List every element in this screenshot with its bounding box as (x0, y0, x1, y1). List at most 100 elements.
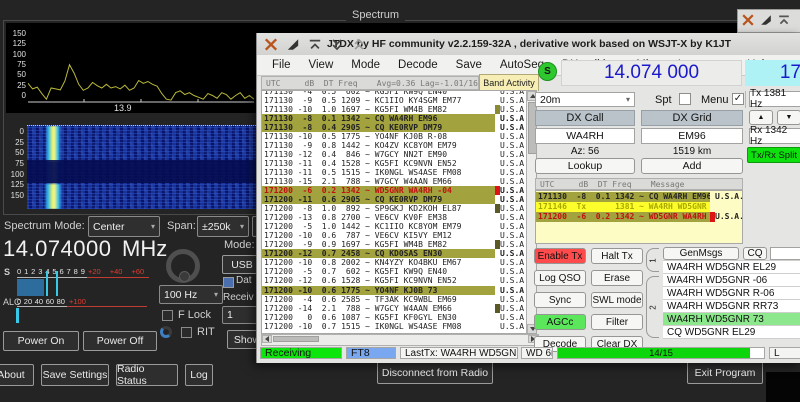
menu-save[interactable]: Save (447, 57, 491, 73)
menu-file[interactable]: File (263, 57, 300, 73)
decode-row[interactable]: 171130 -8 0.4 2905 ~ CQ KE0RVP DM79U.S.A (262, 123, 527, 132)
data-checkbox[interactable] (223, 277, 234, 288)
rx-frequency-table[interactable]: 171130 -8 0.1 1342 ~ CQ WA4RH EM96U.S.A.… (535, 190, 743, 244)
freq-up-button[interactable]: ▲ (749, 110, 773, 125)
flock-checkbox[interactable] (162, 310, 173, 321)
shade-icon[interactable] (307, 38, 323, 51)
power-off-button[interactable]: Power Off (83, 331, 157, 351)
add-button[interactable]: Add (641, 158, 743, 174)
agcc-button[interactable]: AGCc (534, 314, 586, 330)
decode-row[interactable]: 171200 -10 0.8 2002 ~ KN4YZY KO4BKU EM67… (262, 258, 527, 267)
disconnect-button[interactable]: Disconnect from Radio (377, 361, 493, 384)
message-item[interactable]: WA4RH WD5GNR RR73 (663, 300, 800, 313)
dx-call-field[interactable]: WA4RH (535, 128, 635, 144)
cq-button[interactable]: CQ (743, 247, 767, 260)
message-item[interactable]: WA4RH WD5GNR -06 (663, 274, 800, 287)
menu-checkbox[interactable]: ✓ (732, 93, 744, 105)
decode-row[interactable]: 171200 -10 0.6 1775 ~ YO4NF KJ0B 73U.S.A (262, 286, 527, 295)
log-qso-button[interactable]: Log QSO (534, 270, 586, 286)
message-item[interactable]: WA4RH WD5GNR EL29 (663, 261, 800, 274)
decode-row[interactable]: 171200 0 0.6 1087 ~ KG5FI KF0GYL EN30U.S… (262, 313, 527, 322)
span-select[interactable]: ±250k▾ (197, 216, 249, 237)
decode-row[interactable]: 171130 -10 1.0 1697 ~ KG5FI WM4B EM82U.S… (262, 105, 527, 114)
exit-program-button[interactable]: Exit Program (687, 361, 763, 384)
decode-row[interactable]: 171130 -9 0.8 1442 ~ KO4ZV KC8YOM EM79U.… (262, 141, 527, 150)
close-icon[interactable] (263, 38, 279, 51)
alc-tick: 20 (24, 297, 32, 306)
pin-icon[interactable] (285, 38, 301, 51)
decode-row[interactable]: 171200 -10 0.7 1515 ~ IK0NGL WS4ASE FM08… (262, 322, 527, 331)
decode-row[interactable]: 171200 -6 0.2 1342 ~ WD5GNR WA4RH -04U.S… (536, 212, 742, 222)
close-icon[interactable] (742, 14, 754, 26)
decode-row[interactable]: 171130 -8 0.1 1342 ~ CQ WA4RH EM96U.S.A (262, 114, 527, 123)
decode-row[interactable]: 171200 -14 2.1 788 ~ W7GCY W4AAN EM66U.S… (262, 304, 527, 313)
erase-button[interactable]: Erase (591, 270, 643, 286)
waterfall-tick-label: 100 (11, 171, 24, 179)
decode-row[interactable]: 171200 -4 0.6 2585 ~ TF3AK KC9WBL EM69U.… (262, 295, 527, 304)
messages-tab-2[interactable]: 2 (646, 276, 659, 338)
swl-mode-button[interactable]: SWL mode (591, 292, 643, 308)
decode-row[interactable]: 171130 -11 0.5 1515 ~ IK0NGL WS4ASE FM08… (262, 168, 527, 177)
filter-button[interactable]: Filter (591, 314, 643, 330)
lookup-button[interactable]: Lookup (535, 158, 635, 174)
message-item[interactable]: WA4RH WD5GNR R-06 (663, 287, 800, 300)
frequency-display[interactable]: 14.074 000 (561, 60, 742, 86)
decode-row[interactable]: 171200 -6 0.2 1342 ~ WD5GNR WA4RH -04U.S… (262, 186, 527, 195)
rit-checkbox[interactable] (181, 327, 192, 338)
smeter-tick: 7 (67, 267, 71, 276)
txrx-split-button[interactable]: Tx/Rx Split (747, 147, 800, 163)
decode-row[interactable]: 171200 -9 0.9 1697 ~ KG5FI WM4B EM82U.S.… (262, 240, 527, 249)
power-on-button[interactable]: Power On (3, 331, 79, 351)
band-activity-table[interactable]: 171130 -4 0.5 602 ~ KG5FI KW9Q EN40U.S.A… (261, 90, 537, 334)
tx-offset-spinbox[interactable]: Tx 1381 Hz (749, 91, 800, 107)
messages-tab-1[interactable]: 1 (646, 248, 659, 272)
band-select[interactable]: 20m▾ (535, 92, 635, 107)
genmsgs-button[interactable]: GenMsgs (663, 247, 739, 260)
menu-mode[interactable]: Mode (342, 57, 389, 73)
pin-icon[interactable] (760, 14, 772, 26)
decode-row[interactable]: 171146 Tx 1381 ~ WA4RH WD5GNR EL29 (536, 202, 742, 212)
sync-button[interactable]: Sync (534, 292, 586, 308)
decode-row[interactable]: 171130 -10 0.5 1775 ~ YO4NF KJ0B R-08U.S… (262, 132, 527, 141)
radio-bottom-button-log[interactable]: Log (185, 364, 213, 386)
tuning-knob[interactable] (166, 249, 200, 283)
decode-row[interactable]: 171130 -9 0.5 1209 ~ KC1IIO KY4SGM EM77U… (262, 96, 527, 105)
freq-down-button[interactable]: ▼ (777, 110, 800, 125)
rollup-icon[interactable] (351, 38, 367, 51)
decode-row[interactable]: 171130 -15 2.1 788 ~ W7GCY W4AAN EM66U.S… (262, 177, 527, 186)
decode-row[interactable]: 171200 -13 0.8 2700 ~ VE6CV KV0F EM38U.S… (262, 213, 527, 222)
message-item[interactable]: WA4RH WD5GNR 73 (663, 313, 800, 326)
free-msg-field[interactable] (770, 247, 800, 260)
band-activity-tab[interactable]: Band Activity (479, 74, 539, 91)
rit-knob[interactable] (160, 326, 172, 338)
decode-row[interactable]: 171200 -5 1.0 1442 ~ KC1IIO KC8YOM EM79U… (262, 222, 527, 231)
tuning-step-select[interactable]: 100 Hz▾ (159, 285, 223, 304)
menu-decode[interactable]: Decode (389, 57, 447, 73)
smeter-peak-mark (46, 271, 48, 296)
decode-row[interactable]: 171200 -8 1.0 892 ~ SP9GKJ KD2KOH EL87U.… (262, 204, 527, 213)
decode-row[interactable]: 171200 -11 0.6 2905 ~ CQ KE0RVP DM79U.S.… (262, 195, 527, 204)
dx-grid-field[interactable]: EM96 (641, 128, 743, 144)
spot-button[interactable]: S (538, 62, 557, 81)
enable-tx-button[interactable]: Enable Tx (534, 248, 586, 264)
jtdx-titlebar[interactable]: JTDX by HF community v2.2.159-32A , deri… (257, 33, 800, 56)
decode-row[interactable]: 171200 -12 0.6 1528 ~ KG5FI KC9NVN EN52U… (262, 276, 527, 285)
shade-icon[interactable] (778, 14, 790, 26)
radio-bottom-button-radio-status[interactable]: Radio Status (116, 364, 178, 386)
halt-tx-button[interactable]: Halt Tx (591, 248, 643, 264)
rolldown-icon[interactable] (329, 38, 345, 51)
rx-offset-spinbox[interactable]: Rx 1342 Hz (749, 128, 800, 144)
decode-row[interactable]: 171200 -10 0.6 787 ~ VE6CV KI5VY EM12U.S… (262, 231, 527, 240)
decode-row[interactable]: 171200 -12 0.7 2458 ~ CQ KD0SAS EN30U.S.… (262, 249, 527, 258)
decode-row[interactable]: 171200 -5 0.7 602 ~ KG5FI KW9Q EN40U.S.A (262, 267, 527, 276)
message-item[interactable]: CQ WD5GNR EL29 (663, 326, 800, 339)
spectrum-mode-select[interactable]: Center▾ (88, 216, 160, 237)
decode-row[interactable]: 171130 -12 0.4 846 ~ W7GCY NN2T EM90U.S.… (262, 150, 527, 159)
menu-view[interactable]: View (300, 57, 343, 73)
decode-row[interactable]: 171130 -11 0.4 1528 ~ KG5FI KC9NVN EN52U… (262, 159, 527, 168)
band-activity-hscrollbar[interactable] (261, 334, 539, 346)
spt-checkbox[interactable] (679, 93, 691, 105)
radio-bottom-button-save-settings[interactable]: Save Settings (41, 364, 109, 386)
radio-bottom-button-about[interactable]: About (0, 364, 34, 386)
decode-row[interactable]: 171130 -8 0.1 1342 ~ CQ WA4RH EM96U.S.A. (536, 192, 742, 202)
